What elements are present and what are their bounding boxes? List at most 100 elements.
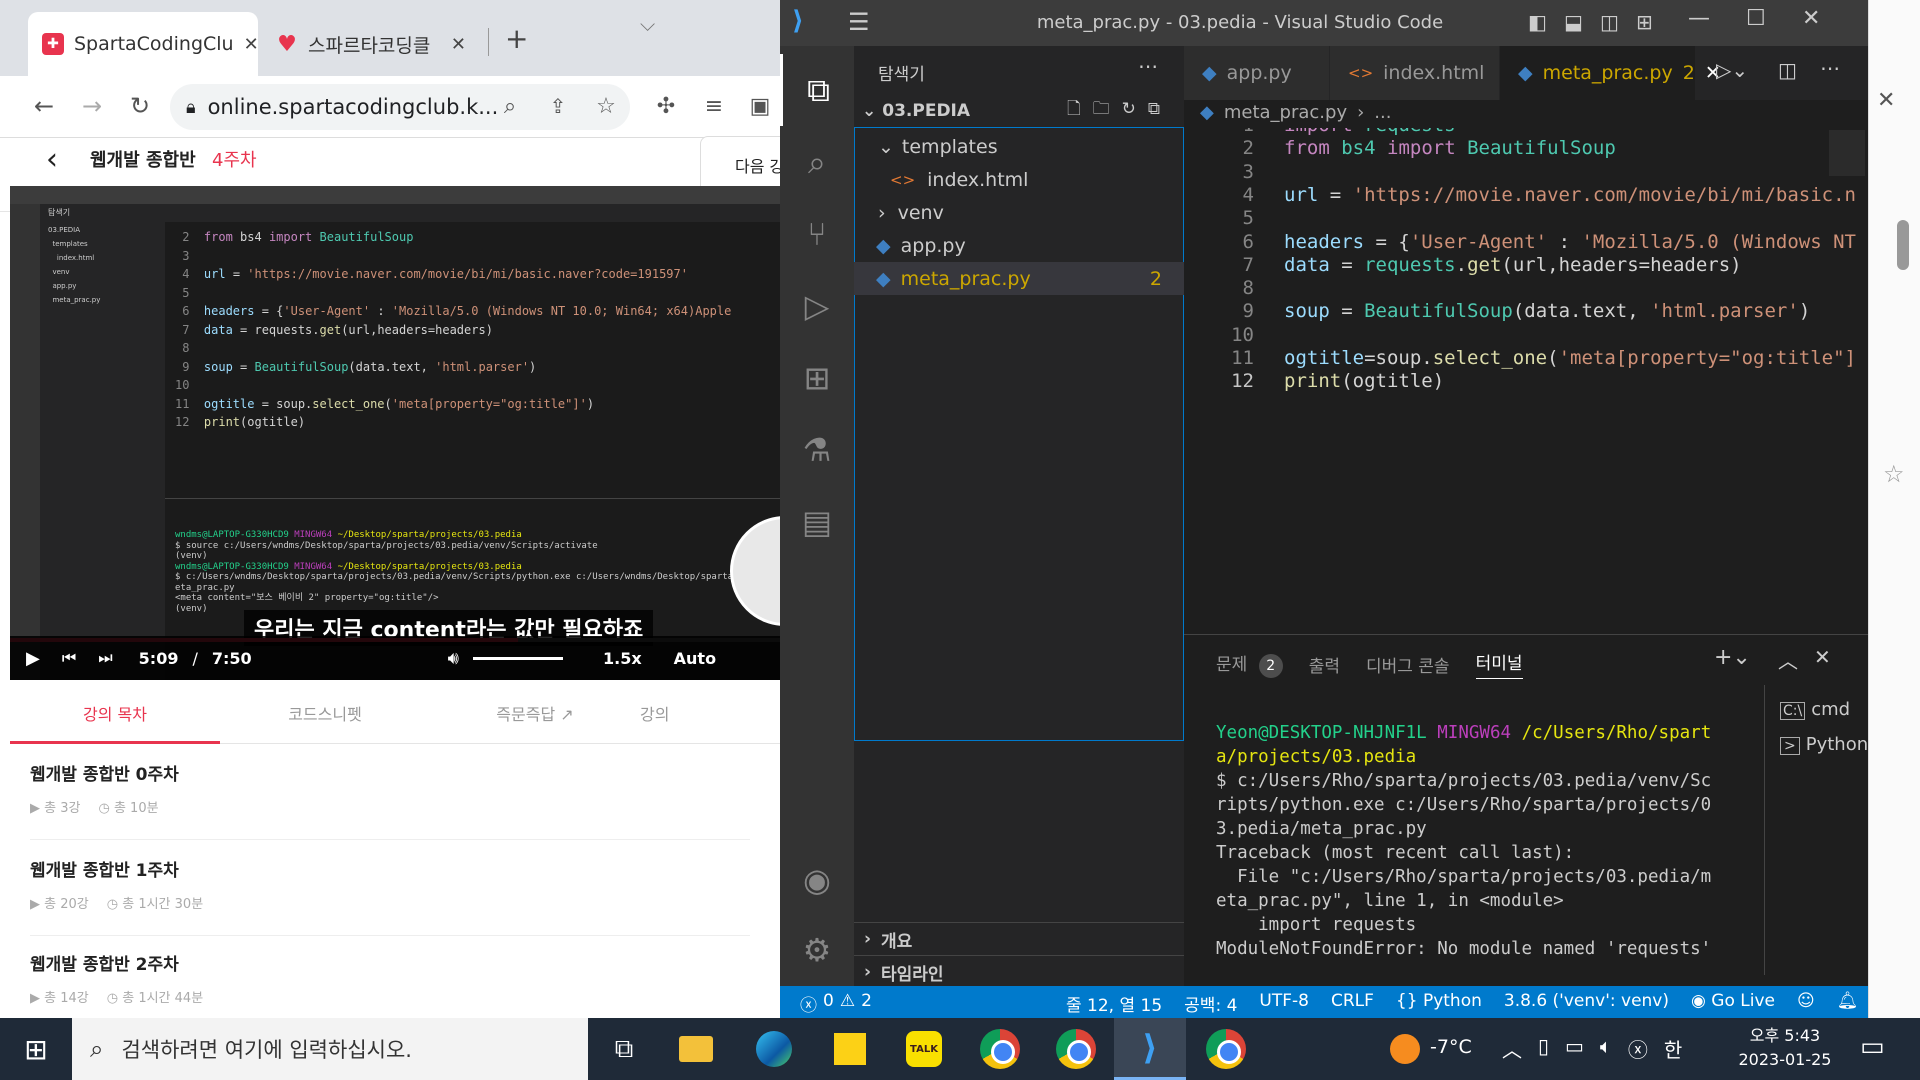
status-encoding[interactable]: UTF-8 xyxy=(1259,991,1309,1016)
kakaotalk-icon[interactable]: TALK xyxy=(888,1018,960,1080)
split-editor-icon[interactable]: ◫ xyxy=(1778,58,1797,82)
editor-tab-index-html[interactable]: <> index.html xyxy=(1330,46,1500,100)
panel-tab-problems[interactable]: 문제 2 xyxy=(1216,650,1283,678)
extensions-puzzle-icon[interactable]: ✣ xyxy=(646,86,686,126)
layout-icon[interactable]: ⊞ xyxy=(1636,10,1653,34)
settings-gear-icon[interactable]: ⚙ xyxy=(780,914,854,986)
tree-folder-templates[interactable]: ⌄ templates xyxy=(854,130,1184,163)
edge-icon[interactable] xyxy=(738,1018,810,1080)
notebook-icon[interactable]: ▤ xyxy=(780,486,854,558)
notification-center-icon[interactable]: ▭ xyxy=(1860,1032,1885,1062)
close-tab-icon[interactable]: ✕ xyxy=(451,34,466,55)
run-icon[interactable]: ▷⌄ xyxy=(1716,58,1748,82)
chrome-taskbar-icon[interactable] xyxy=(1190,1018,1262,1080)
testing-flask-icon[interactable]: ⚗ xyxy=(780,414,854,486)
star-icon[interactable]: ☆ xyxy=(1883,460,1905,488)
search-icon[interactable]: ⌕ xyxy=(780,126,854,198)
tab-search-chevron-icon[interactable]: ⌵ xyxy=(640,12,655,36)
close-icon[interactable]: ✕ xyxy=(1877,88,1895,113)
terminal-output[interactable]: Yeon@DESKTOP-NHJNF1L MINGW64 /c/Users/Rh… xyxy=(1216,721,1711,961)
file-explorer-icon[interactable] xyxy=(660,1018,732,1080)
menu-icon[interactable]: ☰ xyxy=(848,8,870,36)
feedback-icon[interactable]: ☺ xyxy=(1797,991,1815,1016)
tray-chevron-icon[interactable]: ︿ xyxy=(1502,1034,1522,1063)
lecture-video[interactable]: 탐색기 03.PEDIA templates index.html venv a… xyxy=(10,186,780,680)
new-tab-button[interactable]: + xyxy=(505,22,528,55)
chrome-tab[interactable]: ♥ 스파르타코딩클 ✕ xyxy=(262,12,480,76)
status-problems[interactable]: ⓧ 0 ⚠ 2 xyxy=(800,991,872,1016)
forward-icon[interactable]: → xyxy=(72,86,112,126)
tab-qna[interactable]: 즉문즉답 ↗ xyxy=(430,686,640,744)
bookmark-star-icon[interactable]: ☆ xyxy=(586,86,626,126)
editor-more-icon[interactable]: ⋯ xyxy=(1820,56,1840,80)
play-icon[interactable]: ▶ xyxy=(26,648,40,669)
skip-forward-icon[interactable]: ⏭ xyxy=(98,648,112,668)
weather-sun-icon[interactable] xyxy=(1390,1034,1420,1064)
volume-icon[interactable]: 🔊︎ xyxy=(448,648,459,669)
code-editor[interactable]: 123456789101112 import requestsfrom bs4 … xyxy=(1184,128,1868,628)
windows-start-icon[interactable]: ⊞ xyxy=(0,1018,72,1080)
week-item[interactable]: 웹개발 종합반 0주차 ▶︎ 총 3강 ◷ 총 10분 xyxy=(30,760,750,840)
task-view-icon[interactable]: ⧉ xyxy=(588,1018,660,1080)
toggle-sidebar-icon[interactable]: ◧ xyxy=(1528,10,1547,34)
temperature[interactable]: -7°C xyxy=(1430,1036,1472,1058)
tree-file-index-html[interactable]: <> index.html xyxy=(854,163,1184,196)
account-icon[interactable]: ◉ xyxy=(780,844,854,916)
close-tab-icon[interactable]: ✕ xyxy=(244,34,258,55)
clock[interactable]: 오후 5:43 2023-01-25 xyxy=(1730,1024,1840,1072)
explorer-actions[interactable]: 🗋🗀↻⧉ xyxy=(1067,96,1172,125)
terminal-item-cmd[interactable]: C:\ cmd xyxy=(1780,693,1868,728)
scrollbar-thumb[interactable] xyxy=(1897,220,1909,270)
editor-tab-app-py[interactable]: ◆ app.py xyxy=(1184,46,1330,100)
run-debug-icon[interactable]: ▷ xyxy=(780,270,854,342)
terminal-item-python[interactable]: > Python xyxy=(1780,728,1868,763)
volume-slider[interactable] xyxy=(472,656,563,660)
status-position[interactable]: 줄 12, 열 15 xyxy=(1066,991,1162,1016)
extensions-icon[interactable]: ⊞ xyxy=(780,342,854,414)
panel-tab-output[interactable]: 출력 xyxy=(1309,652,1340,677)
tab-snippets[interactable]: 코드스니펫 xyxy=(220,686,430,744)
outline-section[interactable]: › 개요 xyxy=(854,922,1184,955)
mute-x-icon[interactable]: ⓧ xyxy=(1628,1034,1648,1063)
side-panel-icon[interactable]: ▣ xyxy=(740,86,780,126)
maximize-panel-icon[interactable]: ︿ xyxy=(1778,645,1798,674)
minimap[interactable] xyxy=(1829,130,1865,176)
week-item[interactable]: 웹개발 종합반 2주차 ▶︎ 총 14강 ◷ 총 1시간 44분 xyxy=(30,950,750,1018)
taskbar-search[interactable]: ⌕ 검색하려면 여기에 입력하십시오. xyxy=(72,1018,588,1080)
breadcrumb-file[interactable]: meta_prac.py xyxy=(1224,102,1347,123)
panel-tab-debug[interactable]: 디버그 콘솔 xyxy=(1366,652,1450,677)
sticky-notes-icon[interactable] xyxy=(814,1018,886,1080)
back-icon[interactable]: ← xyxy=(24,86,64,126)
editor-tab-meta-prac-py[interactable]: ◆ meta_prac.py 2 ✕ xyxy=(1500,46,1721,100)
explorer-icon[interactable]: ⧉ xyxy=(780,54,854,126)
reading-list-icon[interactable]: ≡ xyxy=(694,86,734,126)
status-golive[interactable]: ◉ Go Live xyxy=(1691,991,1775,1016)
zoom-icon[interactable]: ⌕ xyxy=(490,86,530,126)
week-item[interactable]: 웹개발 종합반 1주차 ▶︎ 총 20강 ◷ 총 1시간 30분 xyxy=(30,856,750,936)
lock-icon[interactable]: 🔒︎ xyxy=(186,97,196,118)
tree-file-app-py[interactable]: ◆ app.py xyxy=(854,229,1184,262)
status-language[interactable]: {} Python xyxy=(1396,991,1482,1016)
speaker-icon[interactable]: 🔈︎ xyxy=(1600,1034,1612,1063)
chrome-taskbar-icon[interactable] xyxy=(1040,1018,1112,1080)
close-window-icon[interactable]: ✕ xyxy=(1802,6,1820,31)
panel-tab-terminal[interactable]: 터미널 xyxy=(1475,649,1523,679)
tab-toc[interactable]: 강의 목차 xyxy=(10,686,220,744)
close-panel-icon[interactable]: ✕ xyxy=(1814,645,1831,669)
speed-button[interactable]: 1.5x xyxy=(603,649,642,668)
status-eol[interactable]: CRLF xyxy=(1331,991,1374,1016)
toggle-panel-icon[interactable]: ⬓ xyxy=(1564,10,1583,34)
share-icon[interactable]: ⇪ xyxy=(538,86,578,126)
source-control-icon[interactable]: ⑂ xyxy=(780,198,854,270)
tree-folder-venv[interactable]: › venv xyxy=(854,196,1184,229)
workspace-header[interactable]: ⌄ 03.PEDIA 🗋🗀↻⧉ xyxy=(854,94,1184,127)
skip-back-icon[interactable]: ⏮ xyxy=(62,648,76,668)
chrome-tab-active[interactable]: ✚ SpartaCodingClu ✕ xyxy=(28,12,258,76)
more-actions-icon[interactable]: ⋯ xyxy=(1138,54,1158,78)
tray-device-icon[interactable]: ▯ xyxy=(1538,1034,1549,1063)
status-indent[interactable]: 공백: 4 xyxy=(1184,991,1237,1016)
notification-bell-icon[interactable]: 🔔︎ xyxy=(1837,991,1859,1016)
minimize-icon[interactable]: — xyxy=(1688,6,1710,31)
ime-indicator[interactable]: 한 xyxy=(1664,1034,1682,1063)
breadcrumb-more[interactable]: ... xyxy=(1374,102,1391,123)
